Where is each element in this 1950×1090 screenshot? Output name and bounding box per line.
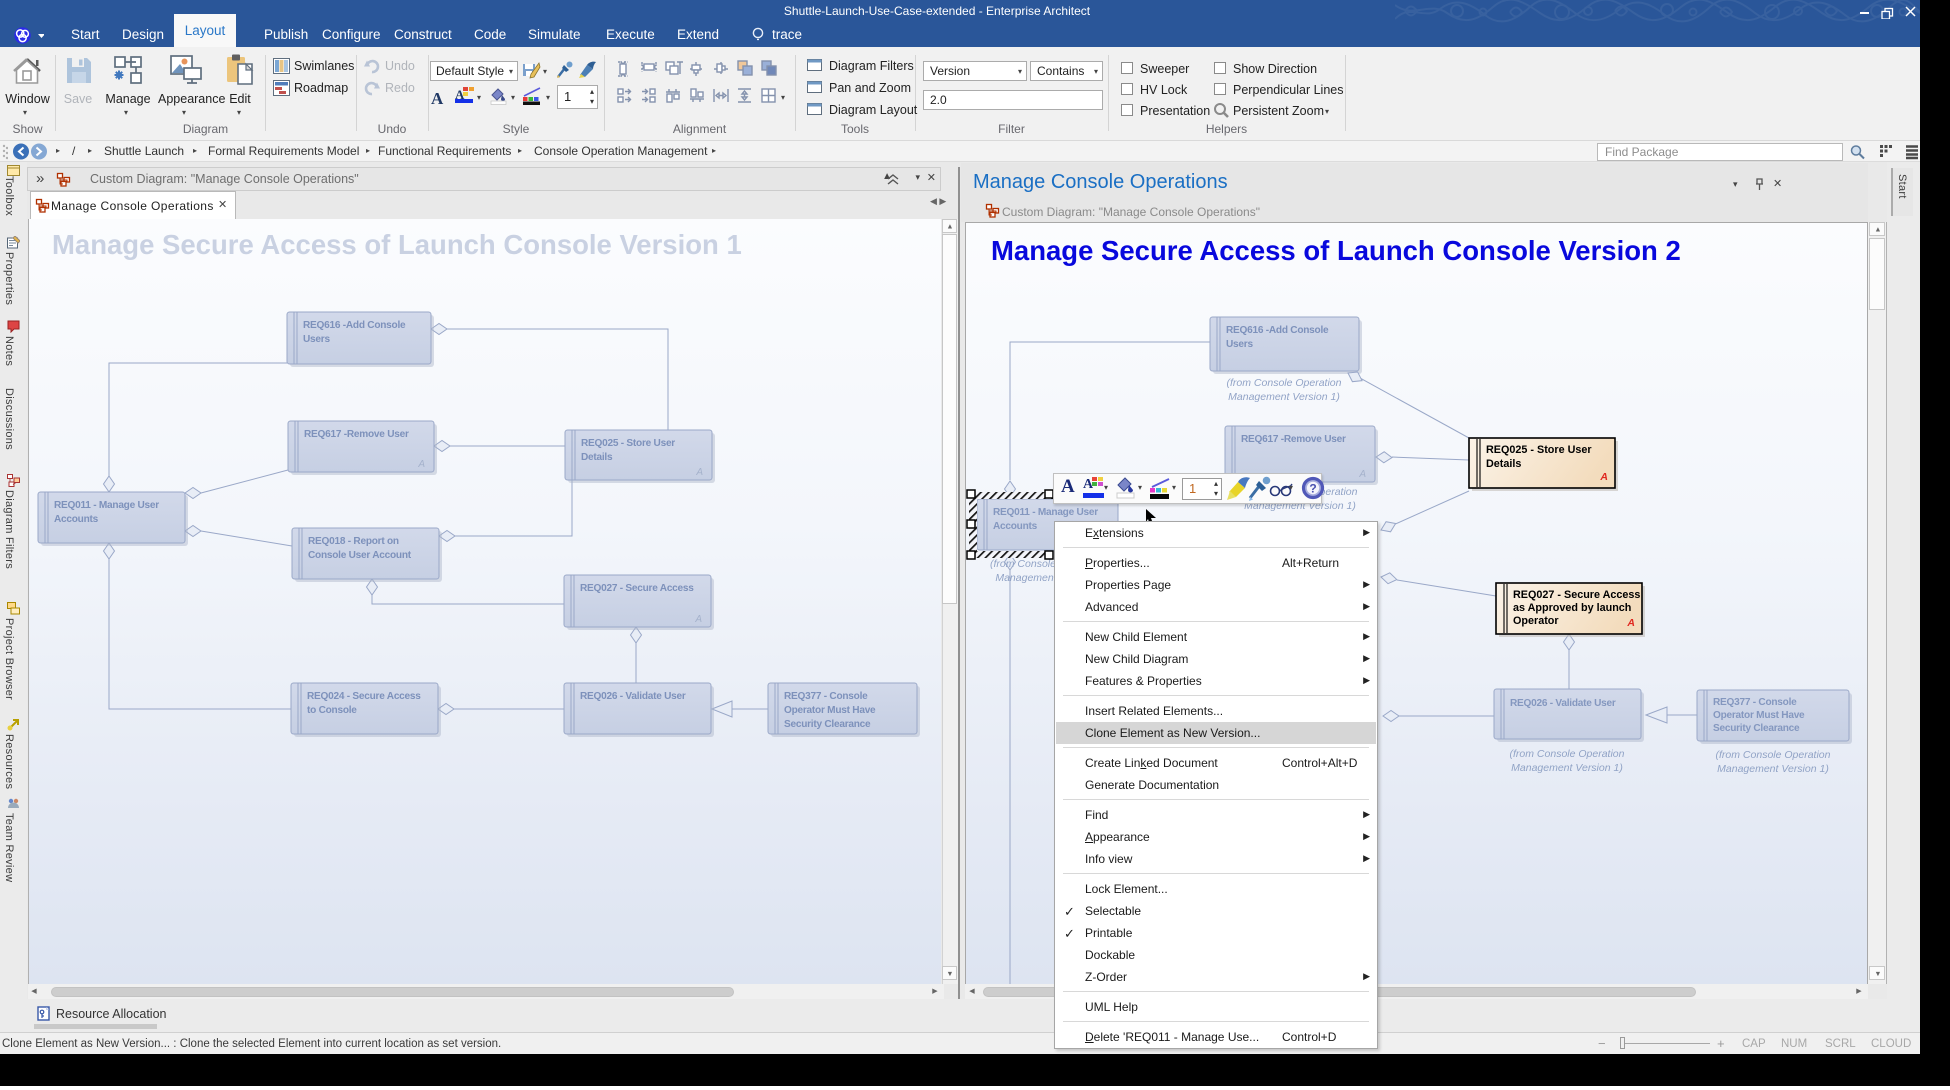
svg-text:Operator: Operator: [1513, 615, 1559, 627]
svg-text:Management Version 1): Management Version 1): [1228, 391, 1340, 403]
svg-text:REQ025 - Store User: REQ025 - Store User: [1486, 444, 1592, 456]
svg-text:A: A: [1626, 617, 1635, 629]
svg-text:Details: Details: [581, 452, 613, 463]
svg-text:REQ377 - Console: REQ377 - Console: [1713, 697, 1797, 708]
svg-text:as Approved by launch: as Approved by launch: [1513, 602, 1631, 614]
svg-text:Accounts: Accounts: [54, 514, 99, 525]
svg-text:REQ026 - Validate User: REQ026 - Validate User: [580, 691, 686, 702]
svg-text:A: A: [1358, 469, 1366, 480]
svg-text:A: A: [1599, 471, 1608, 483]
svg-text:REQ011 - Manage User: REQ011 - Manage User: [54, 500, 159, 511]
svg-text:Management Version 1): Management Version 1): [1511, 762, 1623, 774]
svg-text:Users: Users: [303, 334, 330, 345]
svg-text:Accounts: Accounts: [993, 521, 1038, 532]
svg-text:REQ026 - Validate User: REQ026 - Validate User: [1510, 698, 1616, 709]
svg-text:Users: Users: [1226, 339, 1253, 350]
svg-text:REQ018 - Report on: REQ018 - Report on: [308, 536, 399, 547]
svg-text:A: A: [694, 614, 702, 625]
svg-text:REQ617 -Remove User: REQ617 -Remove User: [304, 429, 409, 440]
svg-text:REQ011 - Manage User: REQ011 - Manage User: [993, 507, 1098, 518]
svg-text:(from Console Operation: (from Console Operation: [1716, 749, 1831, 761]
svg-text:REQ616 -Add Console: REQ616 -Add Console: [303, 320, 406, 331]
svg-text:(from Console Operation: (from Console Operation: [1510, 748, 1625, 760]
svg-text:Management: Management: [995, 572, 1057, 584]
svg-text:Security Clearance: Security Clearance: [1713, 723, 1800, 734]
svg-text:Operator Must Have: Operator Must Have: [1713, 710, 1805, 721]
svg-text:REQ616 -Add Console: REQ616 -Add Console: [1226, 325, 1329, 336]
svg-text:(from Console: (from Console: [990, 558, 1056, 570]
svg-text:to Console: to Console: [307, 705, 357, 716]
svg-text:A: A: [417, 459, 425, 470]
svg-text:REQ617 -Remove User: REQ617 -Remove User: [1241, 434, 1346, 445]
svg-text:REQ027 - Secure Access: REQ027 - Secure Access: [580, 583, 694, 594]
svg-text:Security Clearance: Security Clearance: [784, 719, 871, 730]
svg-text:Operator Must Have: Operator Must Have: [784, 705, 876, 716]
svg-text:REQ377 - Console: REQ377 - Console: [784, 691, 868, 702]
svg-text:REQ027 - Secure Access: REQ027 - Secure Access: [1513, 589, 1640, 601]
svg-text:?: ?: [1309, 482, 1316, 496]
svg-text:REQ024 - Secure Access: REQ024 - Secure Access: [307, 691, 421, 702]
svg-text:Manage Secure Access of Launch: Manage Secure Access of Launch Console V…: [991, 235, 1681, 266]
svg-text:A: A: [695, 467, 703, 478]
svg-text:Console User Account: Console User Account: [308, 550, 412, 561]
svg-text:Manage Secure Access of Launch: Manage Secure Access of Launch Console V…: [52, 229, 742, 260]
svg-text:REQ025 - Store User: REQ025 - Store User: [581, 438, 675, 449]
svg-text:Management Version 1): Management Version 1): [1717, 763, 1829, 775]
svg-text:Details: Details: [1486, 458, 1521, 470]
svg-text:(from Console Operation: (from Console Operation: [1227, 377, 1342, 389]
